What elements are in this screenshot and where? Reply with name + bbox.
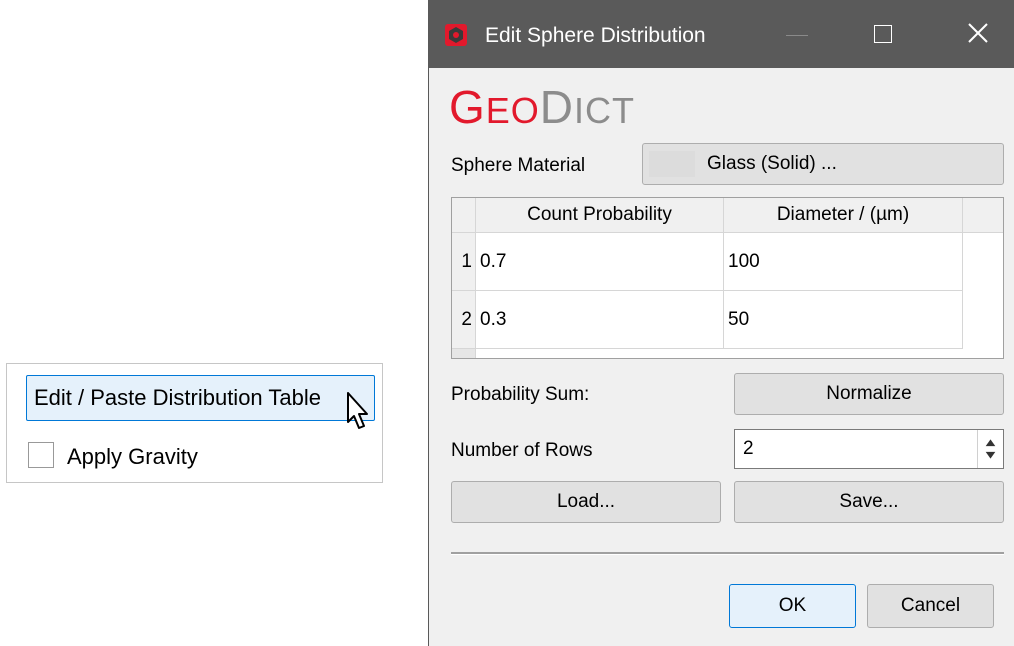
ok-button[interactable]: OK — [729, 584, 856, 628]
table-corner[interactable] — [452, 198, 476, 233]
spin-down-icon[interactable] — [985, 451, 996, 459]
edit-paste-distribution-table-label: Edit / Paste Distribution Table — [34, 385, 321, 410]
material-color-swatch — [649, 151, 695, 177]
sphere-material-button[interactable]: Glass (Solid) ... — [642, 143, 1004, 185]
spin-buttons[interactable] — [977, 430, 1003, 468]
logo-d: D — [539, 81, 575, 133]
row-header[interactable]: 1 — [452, 233, 476, 291]
table-cell-count-probability[interactable]: 0.7 — [476, 233, 724, 291]
column-header-count-probability[interactable]: Count Probability — [476, 198, 724, 233]
probability-sum-label: Probability Sum: — [451, 384, 590, 405]
normalize-button[interactable]: Normalize — [734, 373, 1004, 415]
logo-ict: ICT — [574, 90, 636, 131]
mouse-pointer-icon — [347, 392, 368, 429]
number-of-rows-spinbox[interactable]: 2 — [734, 429, 1004, 469]
window-title: Edit Sphere Distribution — [485, 24, 706, 47]
title-bar[interactable]: Edit Sphere Distribution — [429, 0, 1014, 68]
normalize-button-label: Normalize — [826, 383, 912, 404]
load-button[interactable]: Load... — [451, 481, 721, 523]
number-of-rows-value[interactable]: 2 — [743, 438, 754, 460]
minimize-icon[interactable] — [786, 35, 808, 36]
sphere-material-button-label: Glass (Solid) ... — [707, 153, 837, 174]
distribution-table[interactable]: Count Probability Diameter / (µm) 1 0.7 … — [451, 197, 1004, 359]
edit-paste-distribution-table-button[interactable]: Edit / Paste Distribution Table — [26, 375, 375, 421]
cancel-button-label: Cancel — [900, 595, 961, 616]
column-header-label: Diameter / (µm) — [776, 204, 910, 225]
sphere-material-label: Sphere Material — [451, 155, 586, 176]
cancel-button[interactable]: Cancel — [867, 584, 994, 628]
edit-sphere-distribution-dialog: Edit Sphere Distribution GEODICT Sphere … — [428, 0, 1014, 646]
apply-gravity-checkbox[interactable] — [28, 442, 54, 468]
separator — [451, 552, 1004, 555]
geodict-logo: GEODICT — [449, 80, 635, 134]
app-icon — [445, 24, 467, 46]
spin-up-icon[interactable] — [985, 439, 996, 447]
load-button-label: Load... — [556, 491, 616, 512]
table-cell-diameter[interactable]: 50 — [724, 291, 963, 349]
table-cell-diameter[interactable]: 100 — [724, 233, 963, 291]
column-header-diameter[interactable]: Diameter / (µm) — [724, 198, 963, 233]
apply-gravity-label[interactable]: Apply Gravity — [67, 444, 198, 470]
row-header-partial — [452, 349, 476, 358]
ok-button-label: OK — [778, 595, 807, 616]
header-filler — [963, 198, 1003, 233]
close-icon[interactable] — [965, 20, 991, 46]
stage: Edit / Paste Distribution Table Apply Gr… — [0, 0, 1014, 646]
maximize-icon[interactable] — [874, 25, 892, 43]
table-cell-count-probability[interactable]: 0.3 — [476, 291, 724, 349]
distribution-options-panel: Edit / Paste Distribution Table Apply Gr… — [6, 363, 383, 483]
logo-eo: EO — [485, 90, 540, 131]
row-header[interactable]: 2 — [452, 291, 476, 349]
column-header-label: Count Probability — [527, 204, 672, 225]
save-button-label: Save... — [839, 491, 899, 512]
number-of-rows-label: Number of Rows — [451, 440, 593, 461]
save-button[interactable]: Save... — [734, 481, 1004, 523]
logo-g: G — [449, 81, 486, 133]
